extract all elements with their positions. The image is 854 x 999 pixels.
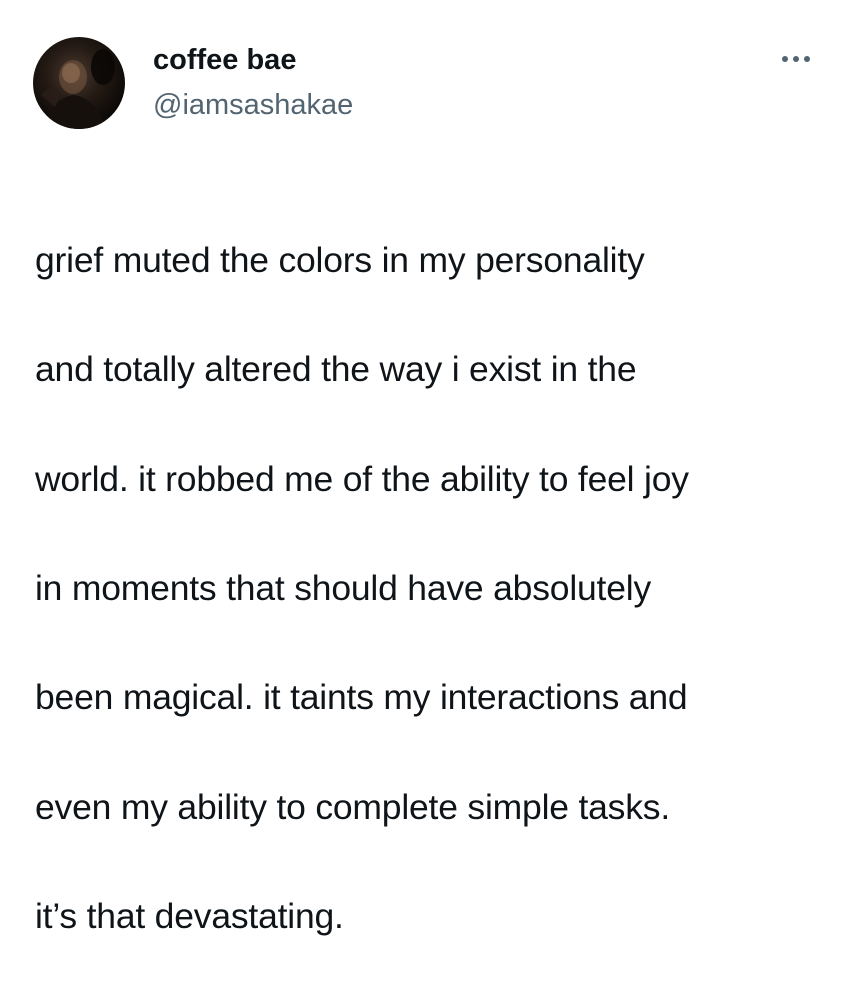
tweet-text-line: even my ability to complete simple tasks… bbox=[35, 786, 670, 827]
tweet-text-line: world. it robbed me of the ability to fe… bbox=[35, 458, 689, 499]
tweet-text-line: grief muted the colors in my personality bbox=[35, 239, 645, 280]
avatar[interactable] bbox=[33, 37, 125, 129]
tweet-text-line: it’s that devastating. bbox=[35, 896, 344, 937]
tweet-card: coffee bae @iamsashakae grief muted the … bbox=[0, 0, 854, 936]
tweet-text-line: in moments that should have absolutely bbox=[35, 567, 651, 608]
author-display-name[interactable]: coffee bae bbox=[153, 42, 296, 78]
tweet-text-line: been magical. it taints my interactions … bbox=[35, 677, 688, 718]
more-horizontal-icon bbox=[782, 56, 810, 62]
profile-photo-icon bbox=[41, 49, 115, 129]
tweet-text-line: and totally altered the way i exist in t… bbox=[35, 349, 637, 390]
more-options-button[interactable] bbox=[779, 47, 819, 71]
tweet-text: grief muted the colors in my personality… bbox=[35, 178, 835, 999]
author-handle[interactable]: @iamsashakae bbox=[153, 87, 353, 123]
